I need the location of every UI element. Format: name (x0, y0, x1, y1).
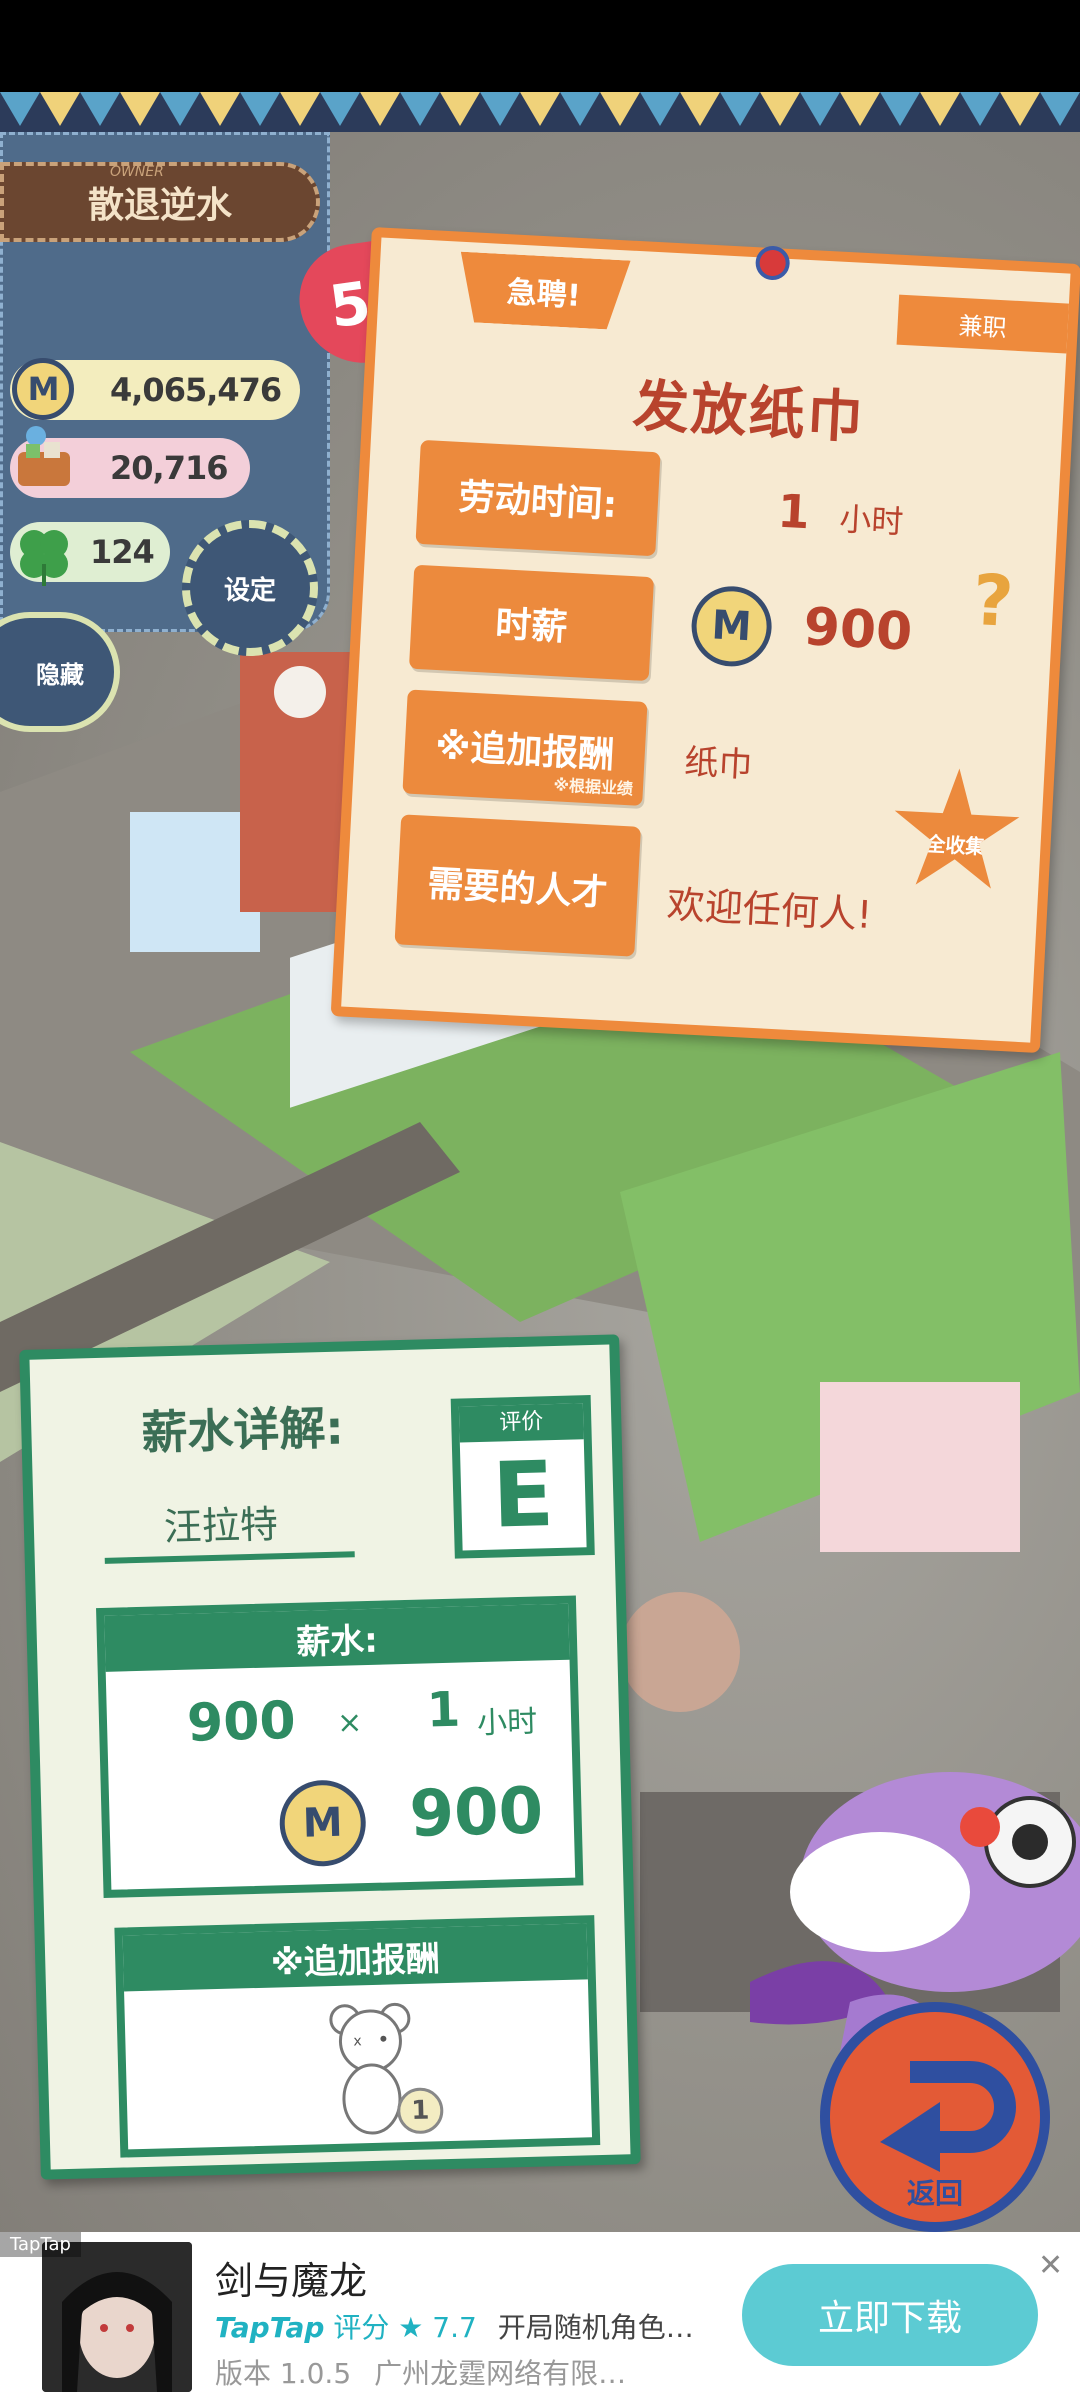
bunting-banner (0, 92, 1080, 132)
pay-total: 900 (408, 1774, 545, 1852)
rating-label: 评价 (458, 1403, 584, 1443)
coin-icon: M (278, 1779, 367, 1868)
stock-value: 20,716 (110, 449, 228, 487)
return-label: 返回 (906, 2177, 963, 2210)
ad-meta: TapTap 评分 ★ 7.7 开局随机角色… (215, 2306, 694, 2346)
ad-thumbnail[interactable] (42, 2242, 192, 2392)
pay-hours-unit: 小时 (476, 1704, 538, 1742)
clover-icon (20, 530, 68, 586)
extra-reward-note: ※根据业绩 (552, 775, 634, 799)
pay-rate: 900 (186, 1690, 297, 1754)
basket-icon (18, 426, 70, 486)
rating-grade: E (491, 1442, 556, 1549)
hourly-wage-label: 时薪 (408, 564, 655, 682)
job-title: 发放纸巾 (631, 373, 867, 452)
extra-reward-value: 纸巾 (683, 742, 754, 786)
ad-title: 剑与魔龙 (215, 2259, 368, 2303)
salary-details-card: 薪水详解: 汪拉特 评价 E 薪水: 900 × 1 小时 M 900 ※追加报… (19, 1334, 641, 2180)
bonus-label: ※追加报酬 (122, 1923, 588, 1992)
extra-reward-label: ※追加报酬 ※根据业绩 (402, 689, 648, 806)
ad-download-button[interactable]: 立即下载 (742, 2264, 1038, 2366)
talent-value: 欢迎任何人! (665, 882, 874, 938)
work-time-value: 1 小时 (776, 483, 905, 542)
help-icon[interactable]: ? (971, 559, 1016, 643)
coin-icon: M (12, 358, 74, 420)
ad-rating-label: 评分 (333, 2311, 390, 2344)
multiply-sign: × (336, 1705, 363, 1741)
return-arrow-icon (880, 2061, 1016, 2172)
settings-label: 设定 (223, 575, 276, 606)
coin-icon: M (689, 584, 774, 669)
bonus-box: ※追加报酬 x 1 (114, 1915, 601, 2158)
owner-tag: OWNER (110, 164, 164, 180)
ad-version-info: 版本 1.0.5 广州龙霆网络有限… (215, 2352, 626, 2392)
pay-breakdown: 薪水: 900 × 1 小时 M 900 (96, 1595, 584, 1898)
ad-version: 版本 1.0.5 (215, 2357, 352, 2390)
ad-publisher: 广州龙霆网络有限… (374, 2357, 627, 2390)
urgent-badge: 急聘! (457, 252, 630, 331)
return-button[interactable]: 返回 (820, 2002, 1050, 2232)
coin-balance: M 4,065,476 (10, 358, 300, 420)
hourly-wage-value: M 900 (689, 584, 915, 675)
hide-label: 隐藏 (36, 660, 84, 689)
job-poster: 急聘! 兼职 发放纸巾 劳动时间: 1 小时 ? 时薪 M 900 ※追加报酬 … (330, 227, 1080, 1054)
name-underline (104, 1551, 355, 1564)
work-time-label: 劳动时间: (415, 439, 661, 557)
ad-close-icon[interactable]: ✕ (1038, 2248, 1063, 2283)
collection-star-badge: 全收集 (888, 765, 1025, 902)
talent-label: 需要的人才 (394, 814, 641, 957)
pay-hours: 1 (426, 1681, 461, 1739)
hide-ui-button[interactable]: 隐藏 (0, 612, 120, 732)
rating-box: 评价 E (450, 1395, 595, 1559)
player-name: 散退逆水 (87, 185, 232, 226)
svg-text:x: x (353, 2033, 362, 2049)
part-time-badge: 兼职 (896, 294, 1069, 354)
coin-value: 4,065,476 (110, 371, 282, 409)
salary-title: 薪水详解: (140, 1400, 345, 1460)
ad-description: 开局随机角色… (497, 2311, 694, 2344)
status-bar (0, 0, 1080, 92)
game-scene[interactable]: 散退逆水 OWNER 53 M 4,065,476 20,716 124 设定 … (0, 92, 1080, 2232)
ad-source-tag: TapTap (0, 2232, 81, 2257)
ad-rating-value: ★ 7.7 (398, 2311, 477, 2344)
pin-icon (754, 245, 791, 281)
ad-banner[interactable]: TapTap 剑与魔龙 TapTap 评分 ★ 7.7 开局随机角色… 版本 1… (0, 2232, 1080, 2401)
worker-name: 汪拉特 (163, 1502, 279, 1550)
pay-label: 薪水: (104, 1603, 570, 1672)
settings-button[interactable]: 设定 (182, 520, 318, 656)
ad-brand: TapTap (215, 2311, 325, 2344)
clover-value: 124 (90, 533, 155, 571)
bonus-count: 1 (396, 2087, 444, 2135)
